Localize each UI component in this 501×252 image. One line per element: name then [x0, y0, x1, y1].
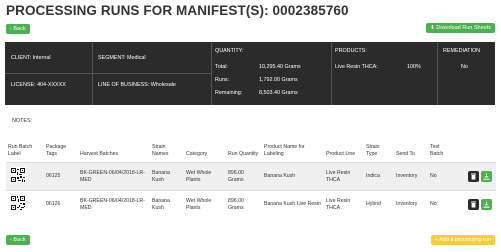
strain-name-cell: Banana Kush	[150, 162, 184, 191]
strain-name-cell: Banana Kush	[150, 190, 184, 219]
col-harvest-batches: Harvest Batches	[80, 151, 119, 157]
add-processing-run-button[interactable]: + Add a processing run	[430, 235, 495, 245]
col-actions	[454, 144, 496, 163]
product-name-cell: Banana Kush Live Resin	[262, 190, 324, 219]
category-cell: Wet Whole Plants	[184, 162, 226, 191]
test-batch-cell: No	[428, 190, 454, 219]
runs-label: Runs:	[215, 77, 230, 83]
client-label: CLIENT: Internal	[11, 55, 51, 61]
remediation-value: No	[461, 64, 468, 70]
quantity-header: QUANTITY:	[215, 48, 244, 54]
col-strain-type: Strain Type	[366, 144, 380, 157]
remaining-value: 8,503.40 Grams	[259, 90, 298, 96]
product-name: Live Resin THCA:	[335, 64, 378, 70]
table-header-row: Run Batch Label Package Tags Harvest Bat…	[6, 144, 496, 163]
page-title: PROCESSING RUNS FOR MANIFEST(S): 0002385…	[6, 3, 349, 18]
col-product-line: Product Line	[326, 151, 356, 157]
run-quantity-cell: 896.00 Grams	[226, 190, 262, 219]
download-icon	[483, 173, 490, 180]
table-row: 06125 BK-GREEN-06/04/2018-LR-MED Banana …	[6, 162, 496, 191]
product-name-cell: Banana Kush	[262, 162, 324, 191]
line-of-business-label: LINE OF BUSINESS: Wholesale	[98, 82, 176, 88]
manifest-summary-panel: CLIENT: Internal SEGMENT: Medical LICENS…	[5, 42, 495, 105]
row-actions	[454, 162, 496, 191]
product-line-cell: Live Resin THCA	[324, 162, 364, 191]
download-icon	[483, 201, 490, 208]
package-tag-cell: 06126	[44, 190, 78, 219]
col-test-batch: Test Batch	[430, 144, 444, 157]
total-label: Total:	[215, 64, 228, 70]
row-actions	[454, 190, 496, 219]
send-to-cell: Inventory	[394, 190, 428, 219]
product-line-cell: Live Resin THCA	[324, 190, 364, 219]
col-send-to: Send To	[396, 151, 415, 157]
remaining-label: Remaining:	[215, 90, 243, 96]
trash-icon	[471, 173, 476, 180]
delete-run-button[interactable]	[468, 199, 479, 211]
remediation-header: REMEDIATION	[443, 48, 481, 54]
processing-runs-table: Run Batch Label Package Tags Harvest Bat…	[6, 144, 496, 219]
strain-type-cell: Indica	[364, 162, 394, 191]
trash-icon	[471, 201, 476, 208]
col-category: Category	[186, 151, 208, 157]
run-batch-label-cell	[6, 162, 44, 191]
harvest-batch-cell: BK-GREEN-06/04/2018-LR-MED	[78, 190, 150, 219]
product-percent: 100%	[407, 64, 421, 70]
run-quantity-cell: 896.00 Grams	[226, 162, 262, 191]
download-run-button[interactable]	[481, 199, 492, 211]
delete-run-button[interactable]	[468, 171, 479, 182]
col-strain-names: Strain Names	[152, 144, 169, 157]
qr-code-icon[interactable]	[10, 167, 26, 183]
category-cell: Wet Whole Plants	[184, 190, 226, 219]
license-label: LICENSE: 404-XXXXX	[11, 82, 66, 88]
runs-value: 1,792.00 Grams	[259, 77, 298, 83]
qr-code-icon[interactable]	[10, 195, 26, 212]
notes-label: NOTES:	[12, 118, 33, 124]
test-batch-cell: No	[428, 162, 454, 191]
download-run-sheets-button[interactable]: ⬇ Download Run Sheets	[426, 23, 495, 33]
col-package-tags: Package Tags	[46, 144, 67, 157]
table-row: 06126 BK-GREEN-06/04/2018-LR-MED Banana …	[6, 190, 496, 219]
col-product-name: Product Name for Labeling	[264, 144, 305, 157]
total-value: 10,295.40 Grams	[259, 64, 301, 70]
col-run-batch-label: Run Batch Label	[8, 144, 33, 157]
back-button-bottom[interactable]: ‹ Back	[6, 235, 30, 245]
download-run-button[interactable]	[481, 171, 492, 182]
strain-type-cell: Hybrid	[364, 190, 394, 219]
products-header: PRODUCTS:	[335, 48, 367, 54]
harvest-batch-cell: BK-GREEN-06/04/2018-LR-MED	[78, 162, 150, 191]
col-run-quantity: Run Quantity	[228, 151, 259, 157]
segment-label: SEGMENT: Medical	[98, 55, 146, 61]
run-batch-label-cell	[6, 190, 44, 219]
package-tag-cell: 06125	[44, 162, 78, 191]
send-to-cell: Inventory	[394, 162, 428, 191]
back-button[interactable]: ‹ Back	[6, 24, 30, 34]
